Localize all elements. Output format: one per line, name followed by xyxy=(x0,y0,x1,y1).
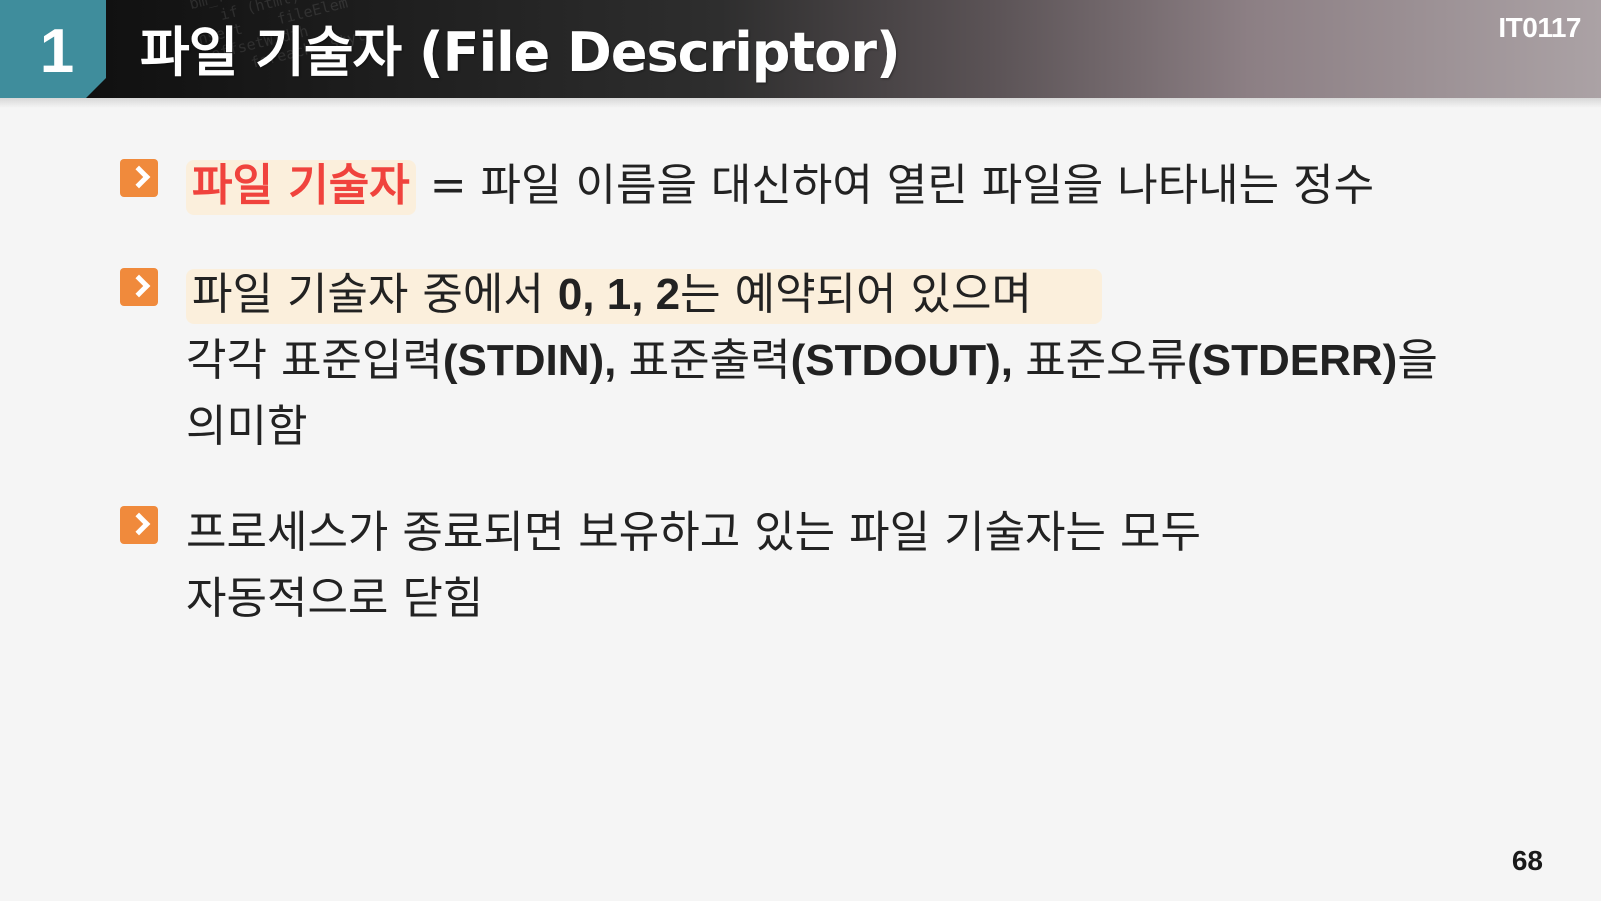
term-definition: = 파일 이름을 대신하여 열린 파일을 나타내는 정수 xyxy=(415,160,1375,211)
text-segment: 을 xyxy=(1397,335,1438,386)
slide: bm_function if (html) { nsert fileElem o… xyxy=(0,0,1601,901)
stdin-label: (STDIN), xyxy=(442,336,629,385)
header-shadow xyxy=(0,98,1601,108)
page-number: 68 xyxy=(1511,845,1543,876)
stderr-label: (STDERR) xyxy=(1187,336,1398,385)
bullet-text-3: 프로세스가 종료되면 보유하고 있는 파일 기술자는 모두 자동적으로 닫힘 xyxy=(186,500,1201,632)
line-highlight: 파일 기술자 중에서 0, 1, 2는 예약되어 있으며 xyxy=(186,269,1102,324)
course-code: IT0117 xyxy=(1498,12,1581,43)
text-segment: 표준오류 xyxy=(1025,335,1188,386)
bullet-2-line-3: 의미함 xyxy=(186,401,308,452)
text-segment: 표준출력 xyxy=(628,335,791,386)
page-title: 파일 기술자 (File Descriptor) xyxy=(140,21,901,84)
bullet-text-2: 파일 기술자 중에서 0, 1, 2는 예약되어 있으며 각각 표준입력(STD… xyxy=(186,262,1438,460)
header-bar: bm_function if (html) { nsert fileElem o… xyxy=(0,0,1601,98)
text-segment: 파일 기술자 중에서 xyxy=(192,269,558,320)
reserved-numbers: 0, 1, 2 xyxy=(557,270,681,319)
chevron-right-icon xyxy=(120,159,158,197)
chevron-right-icon xyxy=(120,268,158,306)
text-segment: 각각 표준입력 xyxy=(186,335,443,386)
bullet-2-line-2: 각각 표준입력(STDIN), 표준출력(STDOUT), 표준오류(STDER… xyxy=(186,328,1438,394)
section-number: 1 xyxy=(39,17,75,86)
section-number-badge: 1 xyxy=(0,0,106,98)
chevron-right-icon xyxy=(120,506,158,544)
bullet-3-line-1: 프로세스가 종료되면 보유하고 있는 파일 기술자는 모두 xyxy=(186,507,1201,558)
term-highlight: 파일 기술자 xyxy=(186,160,416,215)
bullet-2-line-1: 파일 기술자 중에서 0, 1, 2는 예약되어 있으며 xyxy=(186,262,1438,328)
bullet-3-line-2: 자동적으로 닫힘 xyxy=(186,573,484,624)
stdout-label: (STDOUT), xyxy=(790,336,1026,385)
text-segment: 는 예약되어 있으며 xyxy=(680,269,1032,320)
bullet-text-1: 파일 기술자 = 파일 이름을 대신하여 열린 파일을 나타내는 정수 xyxy=(186,153,1374,219)
